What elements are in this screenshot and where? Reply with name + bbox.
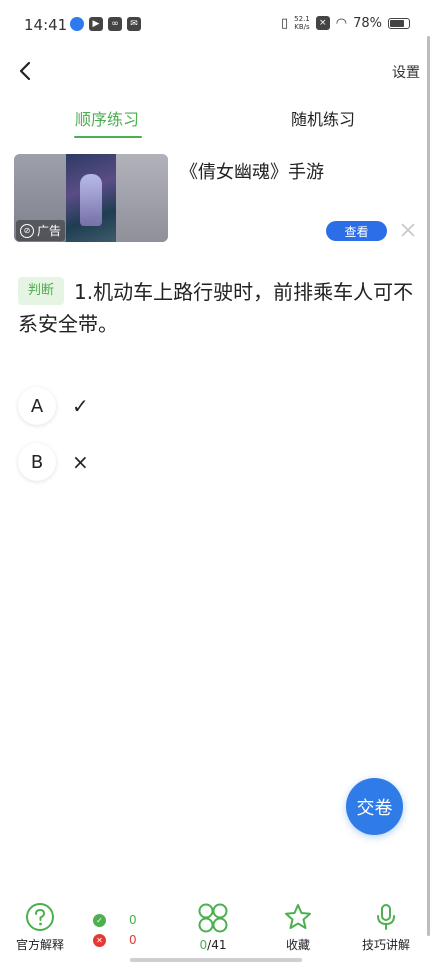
status-right: ▯ 52.1 KB/s × ◠ 78% (281, 15, 410, 31)
tips-explanation-label: 技巧讲解 (362, 938, 411, 952)
option-letter: B (18, 443, 56, 481)
ad-view-button[interactable]: 查看 (326, 221, 387, 241)
network-speed-unit: KB/s (294, 23, 310, 31)
option-a[interactable]: A ✓ (18, 386, 398, 426)
grid-icon (198, 903, 228, 933)
ad-image-right-panel (116, 154, 168, 242)
question-grid-button[interactable]: 0/41 (196, 902, 230, 952)
ad-badge-label: 广告 (37, 224, 62, 238)
progress-done: 0 (199, 938, 208, 952)
submit-exam-button[interactable]: 交卷 (346, 778, 403, 835)
option-letter: A (18, 387, 56, 425)
ad-banner[interactable]: ⊘ 广告 《倩女幽魂》手游 查看 (14, 154, 420, 244)
option-a-text: ✓ (72, 394, 89, 418)
battery-icon (388, 17, 410, 29)
no-sim-icon: × (315, 16, 330, 30)
video-app-icon: ▶ (89, 17, 103, 31)
check-circle-icon: ✓ (93, 913, 106, 927)
tab-sequential-practice[interactable]: 顺序练习 (75, 106, 139, 130)
progress-label: 0/41 (200, 938, 227, 952)
app-notification-icon (70, 17, 84, 31)
favorite-label: 收藏 (285, 938, 310, 952)
ad-character-figure (80, 174, 102, 226)
status-time: 14:41 (24, 16, 68, 34)
tab-random-practice[interactable]: 随机练习 (291, 106, 355, 130)
ad-title[interactable]: 《倩女幽魂》手游 (180, 158, 324, 184)
battery-percent: 78% (353, 15, 382, 31)
official-explanation-button[interactable]: 官方解释 (16, 902, 64, 953)
home-indicator[interactable] (130, 958, 302, 962)
question: 判断 1.机动车上路行驶时，前排乘车人可不系安全带。 (18, 276, 418, 340)
active-tab-indicator (74, 136, 142, 138)
ad-badge: ⊘ 广告 (16, 220, 66, 241)
vibrate-icon: ▯ (281, 15, 289, 31)
network-speed: 52.1 KB/s (294, 15, 310, 31)
official-explanation-label: 官方解释 (16, 938, 65, 952)
network-speed-value: 52.1 (294, 15, 310, 23)
ad-image[interactable]: ⊘ 广告 (14, 154, 168, 242)
wrong-count: 0 (129, 933, 137, 947)
scrollbar (427, 36, 430, 936)
progress-total: /41 (207, 938, 227, 952)
option-b[interactable]: B × (18, 442, 398, 482)
microphone-icon (377, 904, 395, 930)
wrong-count-row: ✕ 0 (93, 930, 143, 950)
question-circle-icon (26, 903, 54, 931)
tips-explanation-button[interactable]: 技巧讲解 (362, 902, 410, 953)
ad-logo-icon: ⊘ (20, 223, 34, 238)
close-icon (401, 223, 415, 237)
question-text: 1.机动车上路行驶时，前排乘车人可不系安全带。 (18, 280, 414, 336)
question-type-badge: 判断 (18, 277, 64, 305)
correct-count-row: ✓ 0 (93, 910, 143, 930)
back-button[interactable] (14, 56, 38, 86)
answer-counts: ✓ 0 ✕ 0 (93, 910, 143, 950)
star-icon (285, 904, 311, 929)
settings-button[interactable]: 设置 (392, 62, 420, 82)
ad-close-button[interactable] (398, 220, 418, 240)
header: 设置 (0, 52, 432, 92)
chevron-left-icon (19, 61, 31, 81)
correct-count: 0 (129, 913, 137, 927)
status-bar: 14:41 ▶ ∞ ✉ ▯ 52.1 KB/s × ◠ 78% (0, 0, 432, 50)
link-app-icon: ∞ (108, 17, 122, 31)
notification-icons: ▶ ∞ ✉ (70, 17, 141, 31)
message-app-icon: ✉ (127, 17, 141, 31)
x-circle-icon: ✕ (93, 933, 106, 947)
option-b-text: × (72, 450, 89, 474)
bottom-bar: 官方解释 ✓ 0 ✕ 0 0/41 收藏 技巧讲解 (0, 896, 432, 964)
favorite-button[interactable]: 收藏 (283, 902, 313, 953)
practice-tabs: 顺序练习 随机练习 (0, 106, 432, 142)
wifi-icon: ◠ (335, 15, 348, 31)
